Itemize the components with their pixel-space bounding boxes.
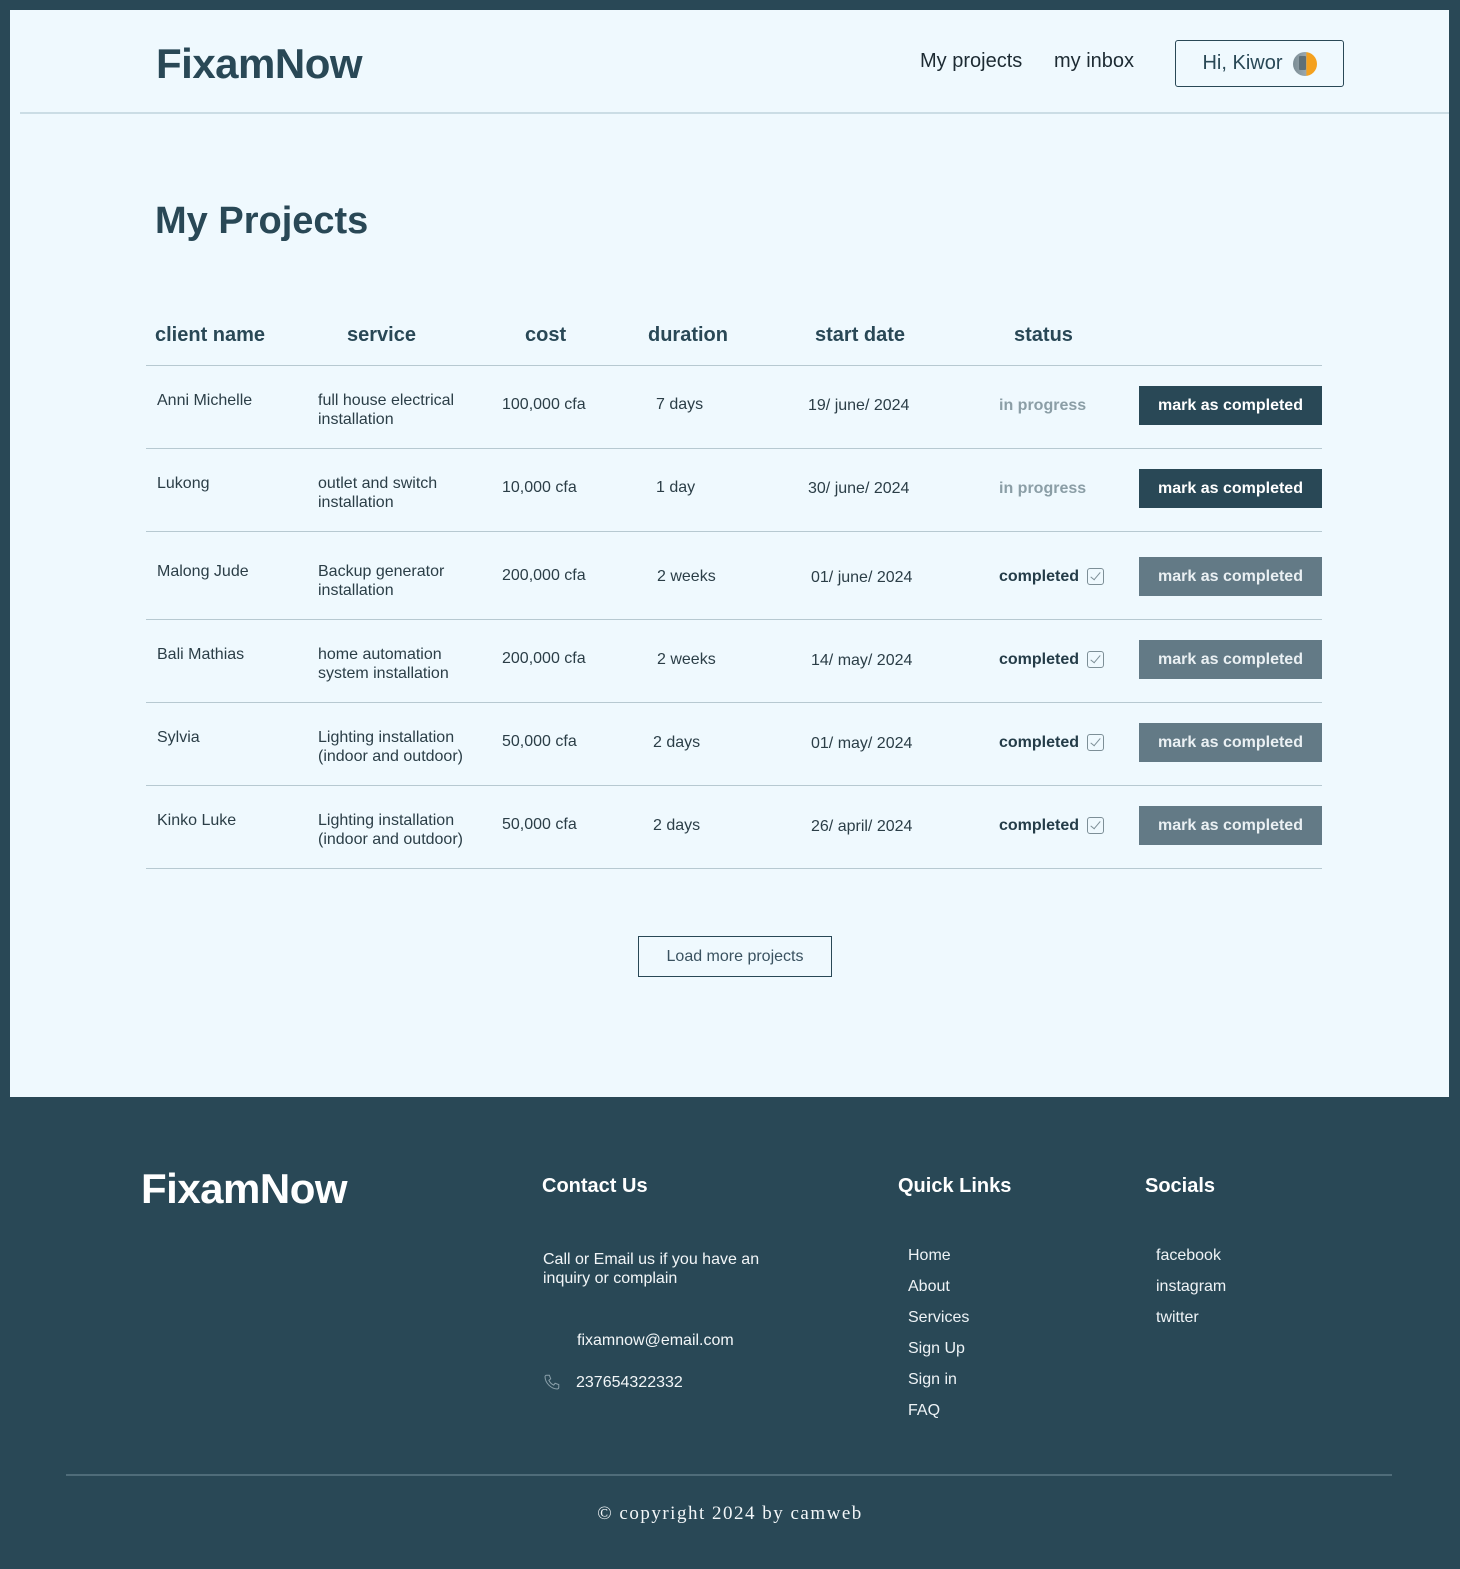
checkbox-checked-icon: [1087, 651, 1105, 668]
mark-as-completed-button[interactable]: mark as completed: [1139, 557, 1322, 596]
column-cost: cost: [525, 324, 567, 346]
checkbox-checked-icon: [1087, 568, 1105, 585]
mark-as-completed-button[interactable]: mark as completed: [1139, 806, 1322, 845]
status-badge: in progress: [999, 396, 1086, 415]
checkbox-checked-icon: [1087, 817, 1105, 834]
service: outlet and switch installation: [318, 475, 438, 511]
cost: 100,000 cfa: [502, 396, 586, 413]
footer-logo: FixamNow: [141, 1165, 348, 1212]
footer-link-faq[interactable]: FAQ: [908, 1402, 940, 1419]
social-link-facebook[interactable]: facebook: [1156, 1247, 1221, 1264]
copyright-text: © copyright 2024 by camweb: [597, 1503, 863, 1524]
column-start-date: start date: [815, 324, 906, 346]
status-text: completed: [999, 568, 1080, 585]
column-duration: duration: [648, 324, 728, 346]
table-header: client name service cost duration start …: [146, 304, 1322, 366]
load-more-button[interactable]: Load more projects: [638, 936, 832, 977]
socials-list: facebook instagram twitter: [1156, 1247, 1226, 1340]
column-service: service: [347, 324, 416, 346]
client-name: Sylvia: [157, 729, 200, 746]
column-status: status: [1014, 324, 1073, 346]
status-badge: completed: [999, 567, 1105, 586]
table-row: Kinko Luke Lighting installation (indoor…: [146, 786, 1322, 869]
site-header: FixamNow My projects my inbox Hi, Kiwor: [20, 10, 1449, 114]
footer-link-services[interactable]: Services: [908, 1309, 969, 1326]
contact-heading: Contact Us: [542, 1175, 648, 1197]
status-badge: completed: [999, 650, 1105, 669]
user-greeting: Hi, Kiwor: [1202, 52, 1283, 74]
page-content: FixamNow My projects my inbox Hi, Kiwor …: [10, 10, 1449, 1097]
mark-as-completed-button[interactable]: mark as completed: [1139, 386, 1322, 425]
service: Lighting installation (indoor and outdoo…: [318, 729, 463, 765]
start-date: 01/ may/ 2024: [811, 735, 913, 752]
client-name: Malong Jude: [157, 563, 249, 580]
mark-as-completed-button[interactable]: mark as completed: [1139, 469, 1322, 508]
duration: 7 days: [656, 396, 704, 413]
service: home automation system installation: [318, 646, 449, 682]
projects-table: client name service cost duration start …: [146, 304, 1322, 869]
table-row: Lukong outlet and switch installation 10…: [146, 449, 1322, 532]
duration: 2 days: [653, 734, 701, 751]
avatar-icon: [1292, 51, 1317, 76]
cost: 200,000 cfa: [502, 650, 586, 667]
status-text: in progress: [999, 397, 1087, 414]
footer-link-home[interactable]: Home: [908, 1247, 951, 1264]
client-name: Lukong: [157, 475, 210, 492]
contact-description: Call or Email us if you have an inquiry …: [543, 1251, 760, 1287]
quick-links-heading: Quick Links: [898, 1175, 1012, 1197]
table-row: Sylvia Lighting installation (indoor and…: [146, 703, 1322, 786]
socials-heading: Socials: [1145, 1175, 1216, 1197]
mark-as-completed-button[interactable]: mark as completed: [1139, 640, 1322, 679]
start-date: 30/ june/ 2024: [808, 480, 910, 497]
status-badge: in progress: [999, 479, 1086, 498]
phone-icon: [544, 1374, 560, 1390]
duration: 2 weeks: [657, 568, 716, 585]
site-footer: FixamNow Contact Us Call or Email us if …: [0, 1097, 1460, 1569]
status-text: completed: [999, 817, 1080, 834]
social-link-twitter[interactable]: twitter: [1156, 1309, 1199, 1326]
cost: 10,000 cfa: [502, 479, 577, 496]
footer-link-sign-up[interactable]: Sign Up: [908, 1340, 965, 1357]
duration: 2 weeks: [657, 651, 716, 668]
phone-number: 237654322332: [576, 1374, 683, 1391]
page-title: My Projects: [155, 200, 369, 242]
service: Lighting installation (indoor and outdoo…: [318, 812, 463, 848]
cost: 50,000 cfa: [502, 816, 577, 833]
checkbox-checked-icon: [1087, 734, 1105, 751]
start-date: 19/ june/ 2024: [808, 397, 910, 414]
duration: 2 days: [653, 817, 701, 834]
start-date: 14/ may/ 2024: [811, 652, 913, 669]
quick-links-list: Home About Services Sign Up Sign in FAQ: [908, 1247, 969, 1433]
footer-link-sign-in[interactable]: Sign in: [908, 1371, 957, 1388]
user-menu-button[interactable]: Hi, Kiwor: [1175, 40, 1344, 87]
status-badge: completed: [999, 733, 1105, 752]
table-row: Bali Mathias home automation system inst…: [146, 620, 1322, 703]
client-name: Anni Michelle: [157, 392, 253, 409]
table-row: Malong Jude Backup generator installatio…: [146, 532, 1322, 620]
duration: 1 day: [656, 479, 696, 496]
contact-email-link[interactable]: fixamnow@email.com: [577, 1332, 734, 1350]
table-row: Anni Michelle full house electrical inst…: [146, 366, 1322, 449]
service: Backup generator installation: [318, 563, 445, 599]
client-name: Bali Mathias: [157, 646, 245, 663]
client-name: Kinko Luke: [157, 812, 237, 829]
cost: 50,000 cfa: [502, 733, 577, 750]
contact-phone: 237654322332: [542, 1372, 683, 1394]
nav-my-inbox[interactable]: my inbox: [1054, 50, 1134, 73]
status-text: completed: [999, 651, 1080, 668]
column-client-name: client name: [155, 324, 266, 346]
cost: 200,000 cfa: [502, 567, 586, 584]
start-date: 26/ april/ 2024: [811, 818, 913, 835]
status-text: in progress: [999, 480, 1087, 497]
social-link-instagram[interactable]: instagram: [1156, 1278, 1226, 1295]
start-date: 01/ june/ 2024: [811, 569, 913, 586]
mark-as-completed-button[interactable]: mark as completed: [1139, 723, 1322, 762]
logo[interactable]: FixamNow: [156, 40, 363, 88]
status-text: completed: [999, 734, 1080, 751]
status-badge: completed: [999, 816, 1105, 835]
service: full house electrical installation: [318, 392, 455, 428]
nav-my-projects[interactable]: My projects: [920, 50, 1022, 73]
footer-divider: [66, 1474, 1392, 1476]
footer-link-about[interactable]: About: [908, 1278, 950, 1295]
